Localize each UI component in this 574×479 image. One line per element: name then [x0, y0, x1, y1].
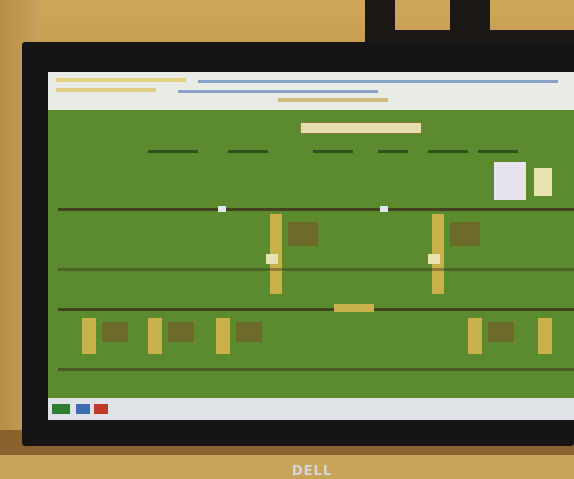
header-label	[478, 150, 518, 153]
header-label	[228, 150, 268, 153]
equipment-block	[334, 304, 374, 312]
bus-line	[58, 268, 574, 271]
equipment-block	[468, 318, 482, 354]
footer-label-row	[58, 368, 574, 371]
equipment-block	[488, 322, 514, 342]
taskbar	[48, 398, 574, 420]
toolbar-row	[56, 78, 186, 82]
header-label	[378, 150, 408, 153]
header-label	[428, 150, 468, 153]
equipment-block	[148, 318, 162, 354]
equipment-block	[236, 322, 262, 342]
equipment-block	[266, 254, 278, 264]
bus-marker	[380, 206, 388, 212]
toolbar-row	[178, 90, 378, 93]
equipment-block	[538, 318, 552, 354]
equipment-block	[216, 318, 230, 354]
toolbar-row	[278, 98, 388, 102]
bus-marker	[218, 206, 226, 212]
toolbar-row	[198, 80, 558, 83]
monitor-brand-logo: DELL	[291, 464, 333, 479]
equipment-block	[168, 322, 194, 342]
app-toolbar	[48, 72, 574, 110]
equipment-block	[428, 254, 440, 264]
legend-panel	[494, 162, 526, 200]
toolbar-row	[56, 88, 156, 92]
header-label	[313, 150, 353, 153]
legend-swatch	[534, 168, 552, 196]
equipment-block	[450, 222, 480, 246]
diagram-title-box	[300, 122, 422, 134]
equipment-block	[82, 318, 96, 354]
taskbar-app-icon	[76, 404, 90, 414]
bus-line	[58, 308, 574, 311]
start-button	[52, 404, 70, 414]
bus-line	[58, 208, 574, 211]
equipment-block	[288, 222, 318, 246]
taskbar-app-icon	[94, 404, 108, 414]
equipment-block	[102, 322, 128, 342]
header-label	[148, 150, 198, 153]
monitor-screen	[48, 72, 574, 420]
